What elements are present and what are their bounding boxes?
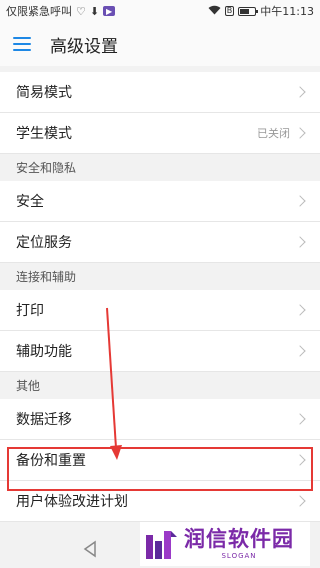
app-bar: 高级设置 <box>0 22 320 66</box>
row-right <box>294 86 308 98</box>
video-app-icon: ▶ <box>103 6 116 16</box>
list-item-label: 用户体验改进计划 <box>16 494 128 510</box>
list-item-easy-mode[interactable]: 简易模式 <box>0 72 320 113</box>
list-item-label: 辅助功能 <box>16 344 72 360</box>
chevron-right-icon <box>294 454 306 466</box>
list-item-student-mode[interactable]: 学生模式 已关闭 <box>0 113 320 154</box>
menu-button[interactable] <box>0 22 44 66</box>
chevron-right-icon <box>294 195 306 207</box>
chevron-right-icon <box>294 304 306 316</box>
list-item-label: 安全 <box>16 194 44 210</box>
settings-list: 简易模式 学生模式 已关闭 安全和隐私 安全 定位服务 连接和辅助 打印 辅助功… <box>0 72 320 522</box>
list-item-label: 简易模式 <box>16 85 72 101</box>
battery-icon <box>238 6 259 16</box>
watermark-title: 润信软件园 <box>184 527 294 552</box>
chevron-right-icon <box>294 345 306 357</box>
status-right: B 中午11:13 <box>208 3 314 19</box>
list-item-label: 数据迁移 <box>16 412 72 428</box>
list-item-label: 学生模式 <box>16 126 72 142</box>
clock-text: 中午11:13 <box>260 5 314 18</box>
chevron-right-icon <box>294 86 306 98</box>
section-header-connect: 连接和辅助 <box>0 263 320 290</box>
section-header-security: 安全和隐私 <box>0 154 320 181</box>
hamburger-icon <box>13 37 31 51</box>
status-value: 已关闭 <box>257 127 290 140</box>
list-item-label: 定位服务 <box>16 235 72 251</box>
carrier-text: 仅限紧急呼叫 <box>6 5 72 18</box>
list-item-print[interactable]: 打印 <box>0 290 320 331</box>
list-item-label: 备份和重置 <box>16 453 86 469</box>
list-item-backup-reset[interactable]: 备份和重置 <box>0 440 320 481</box>
watermark-logo: 润信软件园 SLOGAN <box>140 522 310 566</box>
wifi-icon <box>208 5 221 17</box>
page-title: 高级设置 <box>50 36 118 57</box>
section-header-other: 其他 <box>0 372 320 399</box>
chevron-right-icon <box>294 495 306 507</box>
back-triangle-icon[interactable] <box>80 539 100 559</box>
chevron-right-icon <box>294 236 306 248</box>
list-item-security[interactable]: 安全 <box>0 181 320 222</box>
list-item-data-migration[interactable]: 数据迁移 <box>0 399 320 440</box>
heart-pulse-icon: ♡ <box>76 4 86 18</box>
watermark-slogan: SLOGAN <box>221 551 257 560</box>
sim-icon: B <box>224 6 235 16</box>
bar-logo-icon <box>146 531 177 559</box>
status-left: 仅限紧急呼叫 ♡ ⬇ ▶ <box>6 3 116 19</box>
chevron-right-icon <box>294 127 306 139</box>
screen: 仅限紧急呼叫 ♡ ⬇ ▶ B 中午11:13 高级设置 简易模式 学生模式 已关… <box>0 0 320 568</box>
row-right: 已关闭 <box>257 125 308 141</box>
chevron-right-icon <box>294 413 306 425</box>
status-bar: 仅限紧急呼叫 ♡ ⬇ ▶ B 中午11:13 <box>0 0 320 22</box>
list-item-accessibility[interactable]: 辅助功能 <box>0 331 320 372</box>
list-item-ux-program[interactable]: 用户体验改进计划 <box>0 481 320 522</box>
list-item-label: 打印 <box>16 303 44 319</box>
list-item-location[interactable]: 定位服务 <box>0 222 320 263</box>
watermark-text: 润信软件园 SLOGAN <box>184 527 294 560</box>
download-icon: ⬇ <box>89 4 100 18</box>
